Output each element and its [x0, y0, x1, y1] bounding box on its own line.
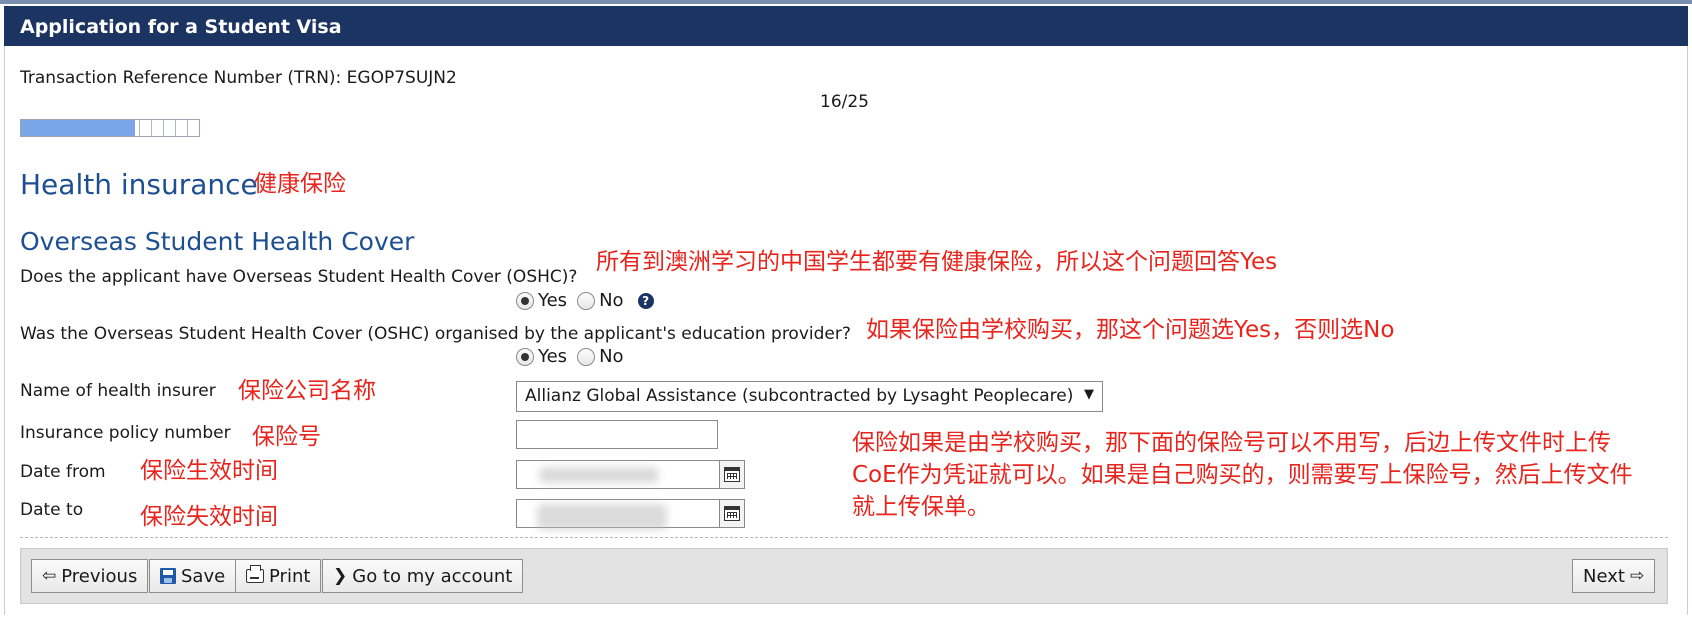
- next-button[interactable]: Next ⇨: [1572, 559, 1656, 593]
- next-button-label: Next: [1583, 565, 1625, 587]
- floppy-disk-icon: [160, 568, 176, 584]
- calendar-icon: [724, 467, 740, 482]
- progress-fill: [21, 120, 135, 136]
- date-to-input[interactable]: [516, 499, 720, 530]
- section-title: Health insurance: [20, 168, 258, 201]
- calendar-icon: [724, 506, 740, 521]
- oshc-radio-group: Yes No ?: [516, 290, 654, 311]
- provider-question-label: Was the Overseas Student Health Cover (O…: [20, 324, 851, 344]
- previous-button[interactable]: ⇦ Previous: [31, 559, 149, 593]
- arrow-left-icon: ⇦: [42, 566, 57, 586]
- oshc-question-label: Does the applicant have Overseas Student…: [20, 267, 578, 287]
- date-from-label: Date from: [20, 462, 106, 482]
- date-from-input[interactable]: [516, 460, 720, 489]
- chevron-right-icon: ❯: [333, 566, 348, 586]
- provider-yes-radio[interactable]: [516, 347, 534, 366]
- insurer-label: Name of health insurer: [20, 381, 216, 401]
- progress-segment: [175, 120, 176, 136]
- save-button-label: Save: [181, 565, 226, 587]
- section-subtitle: Overseas Student Health Cover: [20, 227, 415, 256]
- page-counter: 16/25: [820, 92, 869, 112]
- print-button[interactable]: Print: [235, 559, 322, 593]
- arrow-right-icon: ⇨: [1629, 566, 1645, 586]
- policy-number-label: Insurance policy number: [20, 423, 231, 443]
- window-title: Application for a Student Visa: [20, 16, 342, 38]
- go-to-account-button[interactable]: ❯ Go to my account: [322, 559, 524, 593]
- divider: [20, 537, 1668, 538]
- provider-no-radio[interactable]: [577, 347, 596, 366]
- oshc-yes-label[interactable]: Yes: [538, 290, 567, 311]
- date-to-calendar-button[interactable]: [719, 499, 745, 528]
- print-button-label: Print: [269, 565, 311, 587]
- provider-yes-label[interactable]: Yes: [538, 346, 567, 367]
- progress-segment: [163, 120, 164, 136]
- insurer-select-value: Allianz Global Assistance (subcontracted…: [525, 386, 1074, 406]
- oshc-no-radio[interactable]: [577, 291, 596, 310]
- trn-label: Transaction Reference Number (TRN): EGOP…: [20, 68, 457, 88]
- oshc-no-label[interactable]: No: [599, 290, 623, 311]
- oshc-yes-radio[interactable]: [516, 291, 534, 310]
- previous-button-label: Previous: [61, 565, 138, 587]
- dropdown-arrow-icon: ▼: [1084, 387, 1094, 402]
- date-to-label: Date to: [20, 500, 84, 520]
- go-to-account-button-label: Go to my account: [352, 565, 513, 587]
- annotation-date-to: 保险失效时间: [140, 504, 278, 530]
- annotation-date-from: 保险生效时间: [140, 458, 278, 484]
- annotation-provider-question: 如果保险由学校购买，那这个问题选Yes，否则选No: [866, 317, 1395, 343]
- redacted-value: [537, 504, 667, 530]
- provider-no-label[interactable]: No: [599, 346, 623, 367]
- annotation-insurer-name: 保险公司名称: [238, 378, 376, 404]
- annotation-health-insurance: 健康保险: [254, 171, 346, 197]
- printer-icon: [246, 565, 264, 583]
- annotation-note-line3: 就上传保单。: [852, 494, 990, 520]
- progress-segment: [151, 120, 152, 136]
- insurer-select[interactable]: Allianz Global Assistance (subcontracted…: [516, 381, 1103, 412]
- annotation-oshc-question: 所有到澳洲学习的中国学生都要有健康保险，所以这个问题回答Yes: [596, 249, 1278, 275]
- title-bar: Application for a Student Visa: [4, 6, 1688, 46]
- progress-segment: [139, 120, 140, 136]
- question-circle-icon[interactable]: ?: [637, 292, 654, 309]
- date-from-calendar-button[interactable]: [719, 460, 745, 489]
- annotation-policy-number: 保险号: [252, 424, 321, 450]
- progress-segment: [187, 120, 188, 136]
- redacted-value: [539, 467, 659, 483]
- annotation-note-line2: CoE作为凭证就可以。如果是自己购买的，则需要写上保险号，然后上传文件: [852, 462, 1633, 488]
- annotation-note-line1: 保险如果是由学校购买，那下面的保险号可以不用写，后边上传文件时上传: [852, 430, 1611, 456]
- provider-radio-group: Yes No: [516, 346, 634, 367]
- progress-bar: [20, 119, 200, 137]
- save-button[interactable]: Save: [149, 559, 237, 593]
- button-bar: ⇦ Previous Save Print ❯ Go to my account…: [20, 548, 1668, 604]
- policy-number-input[interactable]: [516, 420, 718, 449]
